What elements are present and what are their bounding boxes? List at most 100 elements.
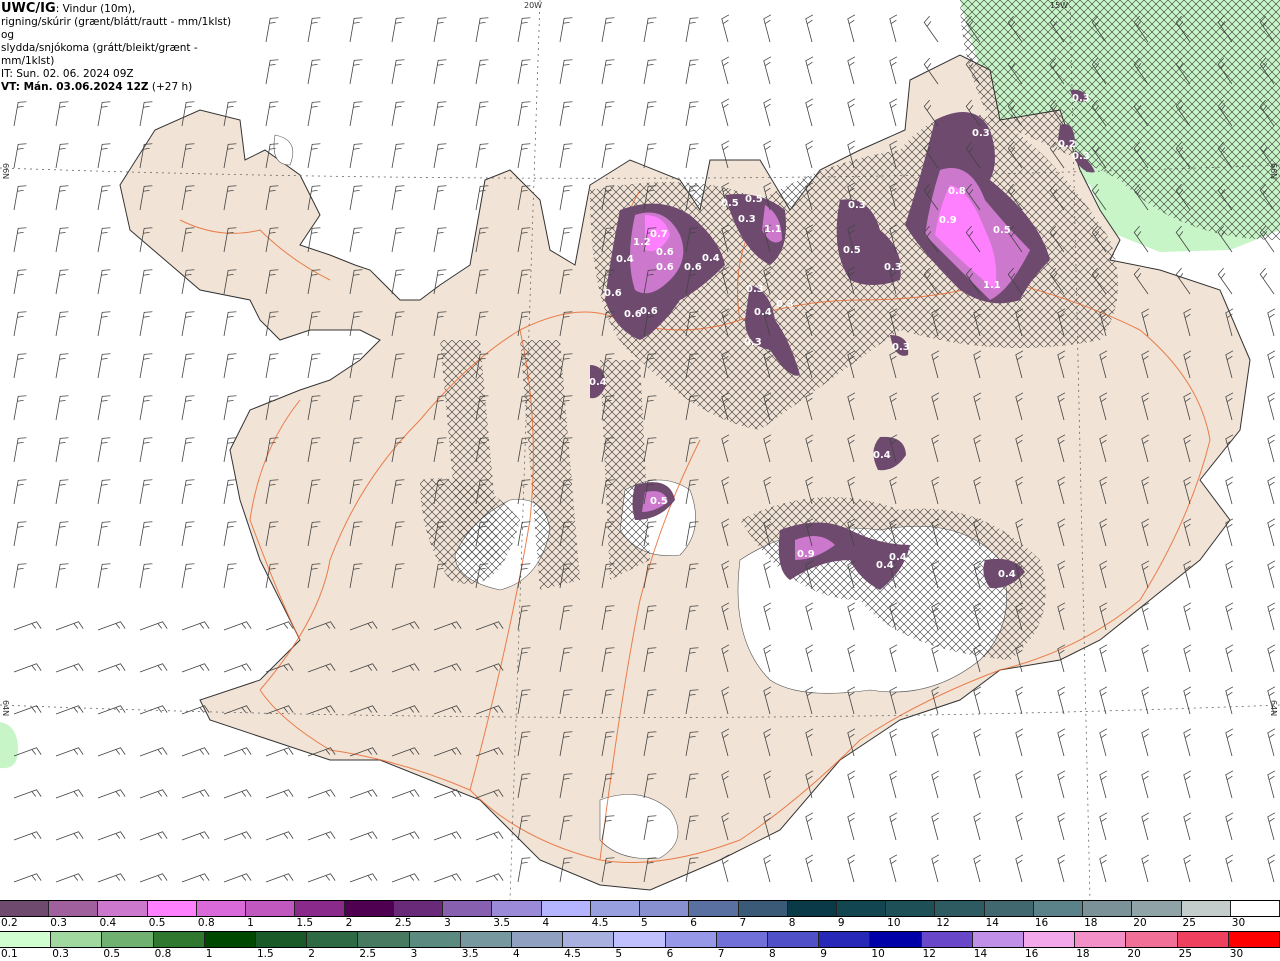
precip-label: 1.1 [983, 280, 1001, 291]
precip-label: 0.3 [972, 128, 990, 139]
precip-label: 1.1 [764, 224, 782, 235]
legend-color-cell [819, 932, 871, 947]
lon-label-20w: 20W [524, 1, 542, 10]
legend-color-cell [443, 901, 493, 916]
legend-color-cell [1228, 932, 1280, 947]
precip-label: 0.5 [650, 496, 668, 507]
legend-tick-label: 0.8 [197, 917, 215, 929]
precip-label: 0.5 [745, 194, 763, 205]
legend-color-cell [886, 901, 936, 916]
legend-color-cell [51, 932, 103, 947]
legend-color-cell [49, 901, 99, 916]
legend-color-cell [409, 932, 461, 947]
legend-tick-label: 4.5 [591, 917, 609, 929]
precip-label: 0.4 [873, 450, 891, 461]
precip-label: 0.6 [604, 288, 622, 299]
lat-label-66n-right: 66N [1269, 163, 1278, 179]
legend-tick-label: 3 [410, 948, 418, 960]
legend-tick-label: 9 [837, 917, 845, 929]
precip-label: 0.4 [702, 253, 720, 264]
valid-time: VT: Mán. 03.06.2024 12Z [1, 81, 149, 93]
legend-tick-label: 20 [1133, 917, 1147, 929]
precip-label: 0.2 [1058, 139, 1076, 150]
legend-color-cell [984, 901, 1034, 916]
legend-tick-label: 3.5 [493, 917, 510, 929]
legend-color-cell [972, 932, 1025, 947]
legend-color-cell [640, 901, 690, 916]
precip-label: 0.7 [650, 229, 668, 240]
legend-color-cell [541, 901, 591, 916]
map-title-box: UWC/IG: Vindur (10m), rigning/skúrir (gr… [0, 0, 240, 93]
legend-color-cell [1126, 932, 1178, 947]
title-line-3: slydda/snjókoma (grátt/bleikt/grænt - mm… [1, 42, 198, 67]
legend-tick-label: 0.8 [154, 948, 172, 960]
weather-map: 20W 15W 66N 66N 64N 64N 0.3 0.3 0.2 0.3 … [0, 0, 1280, 900]
legend-rain-colorbar [0, 931, 1280, 948]
precip-label: 0.4 [589, 377, 607, 388]
precip-label: 0.5 [721, 198, 739, 209]
legend-color-cell [246, 901, 296, 916]
legend-color-cell [0, 901, 50, 916]
legend-tick-label: 25 [1178, 948, 1192, 960]
legend-color-cell [921, 932, 973, 947]
legend-tick-label: 9 [820, 948, 827, 960]
legend-tick-label: 14 [973, 948, 988, 960]
legend-color-cell [460, 932, 513, 947]
precip-label: 0.5 [993, 225, 1011, 236]
precip-label: 0.3 [744, 337, 762, 348]
legend-color-cell [768, 932, 820, 947]
legend-snow: 0.2 0.3 0.4 0.5 0.8 1 1.5 2 2.5 3 3.5 4 4.5 5 6 7 8 9 10 12… [0, 900, 1280, 930]
legend-tick-label: 1.5 [257, 948, 274, 960]
legend-tick-label: 1 [247, 917, 254, 929]
legend-tick-label: 16 [1034, 917, 1049, 929]
legend-tick-label: 0.2 [1, 917, 18, 929]
legend-tick-label: 4.5 [564, 948, 581, 960]
legend-color-cell [147, 901, 197, 916]
legend-tick-label: 0.1 [1, 948, 18, 960]
legend-tick-label: 12 [922, 948, 936, 960]
legend-tick-label: 1.5 [296, 917, 314, 929]
legend-color-cell [738, 901, 788, 916]
legend-color-cell [787, 901, 837, 916]
legend-tick-label: 30 [1231, 917, 1246, 929]
legend-tick-label: 0.3 [52, 948, 69, 960]
legend-tick-label: 12 [936, 917, 950, 929]
legend-tick-label: 2 [308, 948, 315, 960]
lead-time: (+27 h) [148, 81, 193, 93]
legend-color-cell [563, 932, 615, 947]
precip-label: 0.3 [738, 214, 756, 225]
precip-label: 0.9 [939, 215, 957, 226]
legend-tick-label: 7 [717, 948, 725, 960]
precip-label: 0.4 [876, 560, 894, 571]
legend-color-cell [102, 932, 154, 947]
legend-color-cell [98, 901, 148, 916]
legend-color-cell [512, 932, 564, 947]
precip-label: 0.6 [656, 247, 674, 258]
legend-color-cell [153, 932, 205, 947]
legend-tick-label: 0.3 [50, 917, 67, 929]
legend-tick-label: 4 [542, 917, 550, 929]
lat-label-64n-left: 64N [1, 700, 10, 716]
legend-color-cell [590, 901, 641, 916]
legend-color-cell [1230, 901, 1280, 916]
legend-tick-label: 2.5 [359, 948, 377, 960]
legend-tick-label: 0.5 [103, 948, 121, 960]
legend-tick-label: 20 [1127, 948, 1141, 960]
legend-tick-label: 2 [345, 917, 353, 929]
precip-label: 1.2 [633, 237, 651, 248]
legend-color-cell [1083, 901, 1133, 916]
legend-color-cell [492, 901, 542, 916]
legend-color-cell [393, 901, 444, 916]
legend-color-cell [1024, 932, 1076, 947]
legend-color-cell [1132, 901, 1182, 916]
legend-tick-label: 5 [641, 917, 648, 929]
precip-label: 0.3 [776, 299, 794, 310]
precip-label: 0.9 [797, 549, 815, 560]
init-time: IT: Sun. 02. 06. 2024 09Z [1, 68, 134, 80]
legend-tick-label: 18 [1084, 917, 1098, 929]
legend-rain-labels: 0.1 0.3 0.5 0.8 1 1.5 2 2.5 3 3.5 4 4.5 5 6 7 8 9 10 12 14 1… [0, 948, 1280, 961]
legend-tick-label: 3.5 [461, 948, 479, 960]
legend-color-cell [0, 932, 52, 947]
legend-color-cell [204, 932, 257, 947]
legend-color-cell [1181, 901, 1231, 916]
